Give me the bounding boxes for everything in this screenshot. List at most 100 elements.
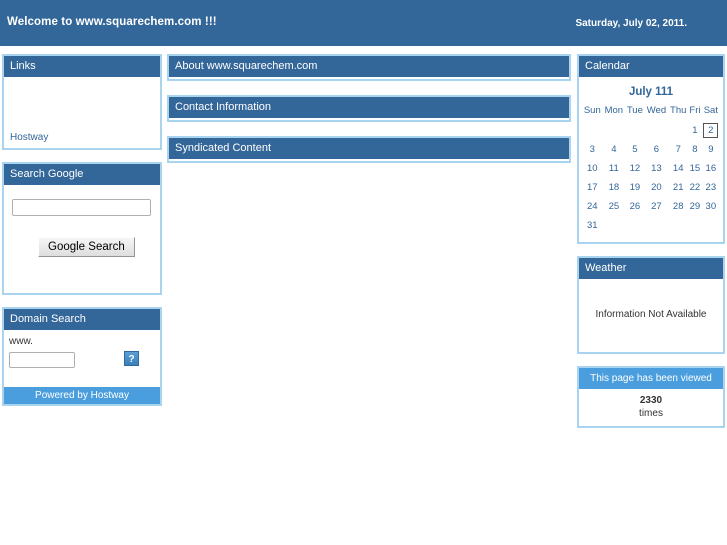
calendar-day-link[interactable]: 7 xyxy=(676,144,681,155)
calendar-day-link[interactable]: 26 xyxy=(630,201,641,212)
calendar-day-cell[interactable]: 11 xyxy=(603,159,626,178)
calendar-day-cell[interactable]: 14 xyxy=(668,159,688,178)
calendar-day-link[interactable]: 14 xyxy=(673,163,684,174)
page-counter-label: times xyxy=(639,408,663,419)
calendar-day-link[interactable]: 22 xyxy=(690,182,701,193)
calendar-day-link[interactable]: 17 xyxy=(587,182,598,193)
calendar-day-cell[interactable]: 7 xyxy=(668,140,688,159)
calendar-day-cell[interactable]: 16 xyxy=(702,159,720,178)
about-panel-header: About www.squarechem.com xyxy=(169,56,569,79)
calendar-day-link[interactable]: 3 xyxy=(590,144,595,155)
calendar-day-link[interactable]: 18 xyxy=(609,182,620,193)
calendar-week-row: 24 25 26 27 28 29 30 xyxy=(582,197,720,216)
calendar-weekday-mon: Mon xyxy=(604,105,624,116)
page-counter-header: This page has been viewed xyxy=(579,368,723,390)
calendar-day-empty xyxy=(688,216,701,235)
calendar-day-cell[interactable]: 27 xyxy=(645,197,669,216)
calendar-day-link[interactable]: 20 xyxy=(651,182,662,193)
calendar-day-cell[interactable]: 22 xyxy=(688,178,701,197)
calendar-day-cell[interactable]: 1 xyxy=(688,121,701,140)
calendar-day-link[interactable]: 12 xyxy=(630,163,641,174)
calendar-day-cell[interactable]: 8 xyxy=(688,140,701,159)
calendar-day-empty xyxy=(702,216,720,235)
calendar-week-row: 31 xyxy=(582,216,720,235)
calendar-day-cell[interactable]: 31 xyxy=(582,216,603,235)
calendar-day-cell[interactable]: 9 xyxy=(702,140,720,159)
calendar-day-link[interactable]: 5 xyxy=(632,144,637,155)
calendar-day-link[interactable]: 31 xyxy=(587,220,598,231)
calendar-day-today[interactable]: 2 xyxy=(702,121,720,140)
calendar-weekday-sun: Sun xyxy=(583,105,601,116)
calendar-day-cell[interactable]: 30 xyxy=(702,197,720,216)
calendar-day-link[interactable]: 28 xyxy=(673,201,684,212)
calendar-day-link[interactable]: 11 xyxy=(609,163,619,174)
calendar-day-link[interactable]: 1 xyxy=(692,125,697,136)
calendar-day-empty xyxy=(603,121,626,140)
calendar-panel-header: Calendar xyxy=(579,56,723,78)
calendar-day-empty xyxy=(625,121,645,140)
calendar-day-link[interactable]: 19 xyxy=(630,182,641,193)
calendar-day-link[interactable]: 29 xyxy=(690,201,701,212)
links-panel-header: Links xyxy=(4,56,160,78)
calendar-day-cell[interactable]: 24 xyxy=(582,197,603,216)
calendar-day-link[interactable]: 27 xyxy=(651,201,662,212)
calendar-day-link[interactable]: 6 xyxy=(654,144,659,155)
calendar-weekday-row: Sun Mon Tue Wed Thu Fri Sat xyxy=(582,103,720,121)
calendar-panel: Calendar July 111 Sun Mon Tue Wed Thu Fri Sat … xyxy=(577,54,725,244)
calendar-day-cell[interactable]: 20 xyxy=(645,178,669,197)
link-hostway[interactable]: Hostway xyxy=(10,132,48,143)
calendar-day-cell[interactable]: 18 xyxy=(603,178,626,197)
calendar-week-row: 10 11 12 13 14 15 16 xyxy=(582,159,720,178)
calendar-day-cell[interactable]: 21 xyxy=(668,178,688,197)
calendar-day-link[interactable]: 23 xyxy=(706,182,717,193)
calendar-day-link[interactable]: 16 xyxy=(706,163,717,174)
calendar-week-row: 17 18 19 20 21 22 23 xyxy=(582,178,720,197)
page-content: Links Hostway Search Google Google Searc… xyxy=(0,46,727,428)
calendar-weekday-wed: Wed xyxy=(646,105,667,116)
calendar-day-link[interactable]: 21 xyxy=(673,182,684,193)
calendar-day-cell[interactable]: 3 xyxy=(582,140,603,159)
calendar-day-cell[interactable]: 4 xyxy=(603,140,626,159)
calendar-day-link[interactable]: 10 xyxy=(587,163,598,174)
calendar-day-cell[interactable]: 19 xyxy=(625,178,645,197)
calendar-day-link[interactable]: 8 xyxy=(692,144,697,155)
calendar-day-link[interactable]: 4 xyxy=(611,144,616,155)
calendar-day-cell[interactable]: 10 xyxy=(582,159,603,178)
search-google-panel-header: Search Google xyxy=(4,164,160,186)
calendar-day-cell[interactable]: 13 xyxy=(645,159,669,178)
calendar-weekday-fri: Fri xyxy=(689,105,701,116)
calendar-day-cell[interactable]: 23 xyxy=(702,178,720,197)
calendar-day-cell[interactable]: 25 xyxy=(603,197,626,216)
calendar-day-link[interactable]: 25 xyxy=(609,201,620,212)
calendar-day-link[interactable]: 24 xyxy=(587,201,598,212)
calendar-day-link[interactable]: 13 xyxy=(651,163,662,174)
links-panel-body: Hostway xyxy=(4,78,160,148)
calendar-weekday-tue: Tue xyxy=(626,105,643,116)
calendar-day-cell[interactable]: 6 xyxy=(645,140,669,159)
calendar-day-link[interactable]: 9 xyxy=(708,144,713,155)
weather-panel-body: Information Not Available xyxy=(579,280,723,352)
calendar-day-cell[interactable]: 17 xyxy=(582,178,603,197)
left-sidebar: Links Hostway Search Google Google Searc… xyxy=(2,54,162,418)
calendar-day-cell[interactable]: 12 xyxy=(625,159,645,178)
calendar-day-link[interactable]: 30 xyxy=(706,201,717,212)
calendar-weekday-thu: Thu xyxy=(670,105,687,116)
calendar-day-link[interactable]: 15 xyxy=(690,163,701,174)
calendar-day-cell[interactable]: 28 xyxy=(668,197,688,216)
google-search-input[interactable] xyxy=(12,199,151,216)
calendar-day-cell[interactable]: 15 xyxy=(688,159,701,178)
powered-by-hostway-footer[interactable]: Powered by Hostway xyxy=(4,387,160,404)
calendar-week-row: 12 xyxy=(582,121,720,140)
calendar-day-cell[interactable]: 29 xyxy=(688,197,701,216)
calendar-day-cell[interactable]: 5 xyxy=(625,140,645,159)
weather-panel-header: Weather xyxy=(579,258,723,280)
domain-www-label: www. xyxy=(9,336,33,347)
domain-search-panel-body: www. ? xyxy=(4,331,160,387)
calendar-day-empty xyxy=(625,216,645,235)
calendar-day-empty xyxy=(668,121,688,140)
broken-image-icon[interactable]: ? xyxy=(124,351,139,366)
domain-search-input[interactable] xyxy=(9,352,75,368)
contact-information-panel-header: Contact Information xyxy=(169,97,569,120)
google-search-button[interactable]: Google Search xyxy=(38,237,135,257)
calendar-day-cell[interactable]: 26 xyxy=(625,197,645,216)
